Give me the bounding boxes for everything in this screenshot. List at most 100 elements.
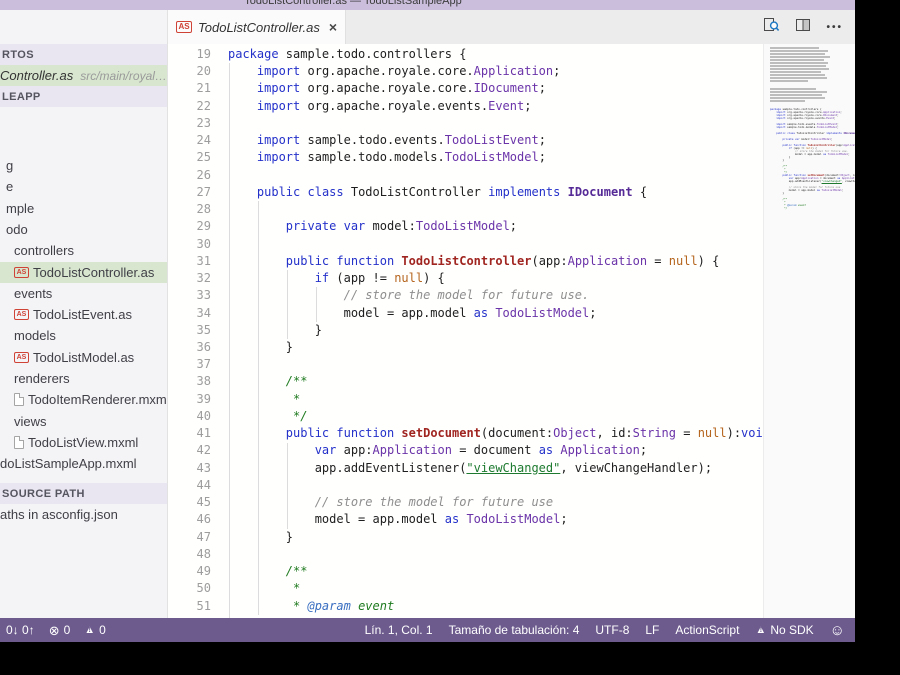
status-item-label: No SDK [770, 623, 814, 637]
minimap-line [770, 80, 808, 82]
tree-item[interactable]: TodoItemRenderer.mxml [0, 389, 167, 410]
status-left: 0↓ 0↑⊗0▲0 [2, 623, 106, 637]
as-file-icon: AS [14, 266, 29, 278]
line-number: 34 [196, 305, 211, 320]
line-number: 27 [196, 184, 211, 199]
status-item-label: UTF-8 [595, 623, 630, 637]
status-item-0-0[interactable]: 0↓ 0↑ [2, 623, 35, 637]
tab-todolistcontroller[interactable]: AS TodoListController.as × [168, 10, 346, 44]
tree-item[interactable]: renderers [0, 368, 167, 389]
tree-item-label: models [14, 328, 56, 344]
tree-item[interactable]: AS TodoListModel.as [0, 347, 167, 368]
source-path-section-header[interactable]: SOURCE PATH [0, 483, 167, 504]
code-line[interactable]: 22 import org.apache.royale.events.Event… [168, 98, 763, 115]
editor-title-actions: ••• [763, 10, 843, 44]
status-item-lf[interactable]: LF [645, 623, 659, 637]
tree-item[interactable]: g [0, 155, 167, 176]
split-editor-icon[interactable] [795, 17, 811, 38]
minimap-line [770, 77, 827, 79]
tree-item-label: views [14, 413, 47, 429]
vscode-window: TodoListController.as — TodoListSampleAp… [0, 0, 855, 642]
warning-icon: ▲ [84, 624, 95, 636]
status-item-actionscript[interactable]: ActionScript [675, 623, 739, 637]
line-number: 23 [196, 115, 211, 130]
more-actions-icon[interactable]: ••• [826, 22, 843, 33]
code-line: import sample.todo.models.TodoListModel; [770, 126, 849, 129]
tree-item[interactable]: AS TodoListEvent.as [0, 304, 167, 325]
open-editor-file-name: Controller.as [0, 68, 74, 83]
source-path-item[interactable]: aths in asconfig.json [0, 504, 167, 525]
code-text: import sample.todo.events.TodoListEvent; [256, 133, 546, 148]
as-file-icon: AS [14, 351, 29, 363]
project-section-header[interactable]: LEAPP [0, 86, 167, 107]
code-text: } [770, 192, 785, 195]
indent-guide [228, 63, 230, 618]
open-editors-section-header[interactable]: RTOS [0, 44, 167, 65]
status-item-smiley[interactable]: ☺ [830, 623, 845, 638]
mxml-file-icon [14, 393, 24, 407]
status-item-label: LF [645, 623, 660, 637]
tab-label: TodoListController.as [198, 19, 320, 35]
minimap-line [770, 88, 816, 90]
line-number: 31 [196, 253, 211, 268]
tree-item-label: TodoListModel.as [33, 349, 135, 365]
code-line[interactable]: 23 [168, 115, 763, 132]
status-item-0[interactable]: ⊗ 0 [49, 623, 71, 637]
tab-close-icon[interactable]: × [329, 20, 337, 34]
code-area[interactable]: 19 package sample.todo.controllers {20 im… [168, 44, 763, 618]
code-text: import org.apache.royale.core.IDocument; [256, 81, 546, 96]
minimap-line [770, 65, 827, 67]
code-line[interactable]: 26 [168, 167, 763, 184]
code-text: */ [784, 207, 788, 210]
minimap-line [770, 53, 826, 55]
open-preview-icon[interactable] [763, 17, 780, 38]
code-line[interactable]: 27 public class TodoListController imple… [168, 184, 763, 201]
tree-item[interactable]: e [0, 176, 167, 197]
tree-item-label: g [6, 158, 14, 173]
code-text: public class TodoListController implemen… [776, 132, 855, 135]
code-line[interactable]: 19 package sample.todo.controllers { [168, 46, 763, 63]
tree-item[interactable]: AS TodoListController.as [0, 261, 167, 283]
tree-item[interactable]: controllers [0, 240, 167, 261]
line-number: 21 [196, 81, 211, 96]
code-text: import sample.todo.models.TodoListModel; [256, 150, 546, 165]
status-item-l-n-1-col-1[interactable]: Lín. 1, Col. 1 [365, 623, 433, 637]
line-number: 39 [196, 391, 211, 406]
tab-strip: AS TodoListController.as × ••• [168, 10, 855, 44]
code-line[interactable]: 20 import org.apache.royale.core.Applica… [168, 63, 763, 80]
status-item-utf-8[interactable]: UTF-8 [595, 623, 629, 637]
open-editor-item[interactable]: Controller.as src/main/royal… [0, 65, 167, 86]
tree-item[interactable]: models [0, 325, 167, 346]
code-line[interactable]: 25 import sample.todo.models.TodoListMod… [168, 149, 763, 166]
minimap[interactable]: package sample.todo.controllers { import… [763, 44, 855, 618]
code-text: * @param event [293, 598, 395, 613]
status-item-label: Tamaño de tabulación: 4 [448, 623, 580, 637]
tree-item[interactable]: events [0, 283, 167, 304]
tree-item-label: odo [6, 221, 28, 237]
status-item-label: 0↓ 0↑ [6, 623, 35, 637]
tree-item[interactable]: views [0, 411, 167, 432]
code-editor[interactable]: 19 package sample.todo.controllers {20 im… [168, 44, 855, 618]
code-line: public class TodoListController implemen… [770, 132, 855, 135]
tree-item[interactable]: TodoListView.mxml [0, 432, 167, 453]
status-item-label: 0 [99, 623, 106, 637]
tree-item-label: mple [6, 200, 35, 216]
tree-item[interactable]: odo [0, 219, 167, 240]
code-line: */ [770, 207, 849, 210]
status-item-tama-o-de-tabulaci-n-4[interactable]: Tamaño de tabulación: 4 [449, 623, 580, 637]
tree-item[interactable]: doListSampleApp.mxml [0, 453, 167, 474]
code-line[interactable]: 21 import org.apache.royale.core.IDocume… [168, 80, 763, 97]
minimap-line [770, 100, 805, 102]
code-text: model = app.model as TodoListModel; [228, 512, 568, 527]
tree-item[interactable]: mple [0, 198, 167, 219]
error-icon: ⊗ [48, 622, 60, 638]
minimap-line [770, 91, 827, 93]
line-number: 41 [196, 426, 211, 441]
code-text: import org.apache.royale.events.Event; [256, 98, 532, 113]
status-item-no-sdk[interactable]: ▲ No SDK [755, 623, 813, 637]
tree-item-label: TodoListEvent.as [33, 307, 133, 323]
code-text: private var model:TodoListModel; [782, 138, 833, 141]
line-number: 37 [196, 357, 211, 372]
status-item-0[interactable]: ▲0 [84, 623, 106, 637]
code-line[interactable]: 24 import sample.todo.events.TodoListEve… [168, 132, 763, 149]
